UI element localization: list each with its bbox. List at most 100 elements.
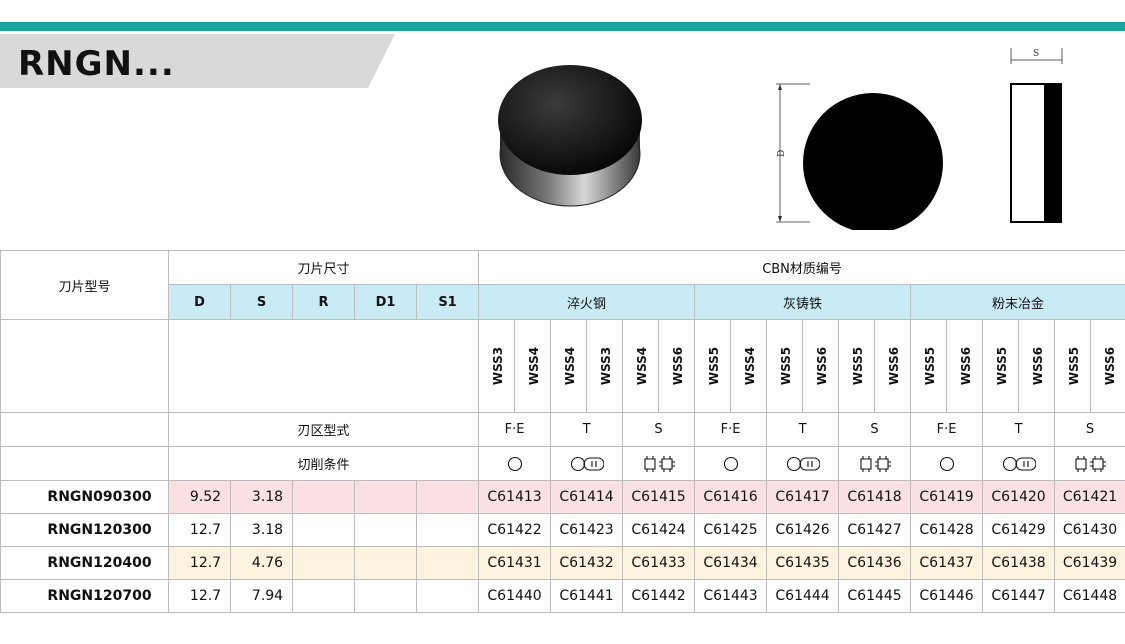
grade-cell: WSS4 <box>730 319 768 413</box>
code-cell: C61419 <box>910 480 984 514</box>
code-cell: C61441 <box>550 579 624 613</box>
dim-s1-cell <box>415 579 480 613</box>
insert-photo <box>490 62 650 216</box>
grade-cell: WSS5 <box>766 319 804 413</box>
dim-d1-cell <box>354 579 417 613</box>
dim-s-cell: 4.76 <box>230 546 293 580</box>
code-cell: C61420 <box>982 480 1056 514</box>
table-row: RNGN120700 12.7 7.94 C61440 C61441 C6144… <box>0 579 1125 613</box>
grade-cell: WSS5 <box>838 319 876 413</box>
code-cell: C61424 <box>622 513 696 547</box>
model-cell: RNGN090300 <box>0 480 169 514</box>
edge-type: F·E <box>910 412 984 447</box>
code-cell: C61426 <box>766 513 840 547</box>
group-header-cbn: CBN材质编号 <box>478 250 1125 285</box>
cond-interrupted-icon <box>622 446 696 481</box>
dim-d1-cell <box>354 513 417 547</box>
edge-type: S <box>1054 412 1125 447</box>
edge-type: S <box>622 412 696 447</box>
code-cell: C61443 <box>694 579 768 613</box>
code-cell: C61436 <box>838 546 912 580</box>
grade-cell: WSS3 <box>478 319 516 413</box>
dim-d-cell: 12.7 <box>168 513 231 547</box>
edge-type: T <box>982 412 1056 447</box>
material-header-gray-iron: 灰铸铁 <box>694 284 912 320</box>
code-cell: C61417 <box>766 480 840 514</box>
dim-r-cell <box>292 513 355 547</box>
code-cell: C61434 <box>694 546 768 580</box>
front-view-drawing: D <box>770 80 950 234</box>
code-cell: C61447 <box>982 579 1056 613</box>
code-cell: C61427 <box>838 513 912 547</box>
grade-cell: WSS6 <box>946 319 984 413</box>
code-cell: C61414 <box>550 480 624 514</box>
code-cell: C61423 <box>550 513 624 547</box>
cond-light-interrupted-icon <box>766 446 840 481</box>
code-cell: C61428 <box>910 513 984 547</box>
dim-r-cell <box>292 480 355 514</box>
dim-s1-cell <box>415 480 480 514</box>
side-view-drawing: S <box>1000 44 1070 228</box>
grade-cell: WSS6 <box>658 319 696 413</box>
accent-bar <box>0 22 1125 31</box>
page-title: RNGN... <box>18 44 175 84</box>
grade-cell: WSS5 <box>1054 319 1092 413</box>
grade-blank-model <box>0 319 169 413</box>
code-cell: C61437 <box>910 546 984 580</box>
code-cell: C61442 <box>622 579 696 613</box>
col-header-r: R <box>292 284 355 320</box>
code-cell: C61439 <box>1054 546 1125 580</box>
edge-type: S <box>838 412 912 447</box>
code-cell: C61418 <box>838 480 912 514</box>
dim-s-cell: 3.18 <box>230 513 293 547</box>
dim-s-cell: 3.18 <box>230 480 293 514</box>
code-cell: C61415 <box>622 480 696 514</box>
grade-cell: WSS5 <box>982 319 1020 413</box>
col-header-model: 刀片型号 <box>0 250 169 320</box>
code-cell: C61425 <box>694 513 768 547</box>
grade-cell: WSS6 <box>1018 319 1056 413</box>
dim-d-cell: 12.7 <box>168 579 231 613</box>
col-header-d: D <box>168 284 231 320</box>
grade-blank-dims <box>167 319 480 413</box>
code-cell: C61429 <box>982 513 1056 547</box>
grade-cell: WSS4 <box>514 319 552 413</box>
model-cell: RNGN120300 <box>0 513 169 547</box>
code-cell: C61421 <box>1054 480 1125 514</box>
edge-label: 刃区型式 <box>167 412 480 447</box>
grade-cell: WSS5 <box>694 319 732 413</box>
cond-light-interrupted-icon <box>982 446 1056 481</box>
dim-r-cell <box>292 546 355 580</box>
cond-continuous-icon <box>910 446 984 481</box>
col-header-d1: D1 <box>354 284 417 320</box>
table-row: RNGN120400 12.7 4.76 C61431 C61432 C6143… <box>0 546 1125 580</box>
cond-light-interrupted-icon <box>550 446 624 481</box>
cond-interrupted-icon <box>1054 446 1125 481</box>
edge-type: F·E <box>694 412 768 447</box>
dim-d-cell: 12.7 <box>168 546 231 580</box>
cond-blank-model <box>0 446 169 481</box>
grade-cell: WSS6 <box>1090 319 1125 413</box>
dim-d1-cell <box>354 546 417 580</box>
code-cell: C61413 <box>478 480 552 514</box>
code-cell: C61444 <box>766 579 840 613</box>
dim-s1-cell <box>415 546 480 580</box>
dim-s-cell: 7.94 <box>230 579 293 613</box>
code-cell: C61431 <box>478 546 552 580</box>
grade-cell: WSS4 <box>550 319 588 413</box>
code-cell: C61435 <box>766 546 840 580</box>
cond-label: 切削条件 <box>167 446 480 481</box>
col-header-s1: S1 <box>415 284 480 320</box>
edge-type: F·E <box>478 412 552 447</box>
code-cell: C61422 <box>478 513 552 547</box>
edge-type: T <box>550 412 624 447</box>
edge-blank-model <box>0 412 169 447</box>
code-cell: C61448 <box>1054 579 1125 613</box>
group-header-dims: 刀片尺寸 <box>167 250 480 285</box>
grade-cell: WSS4 <box>622 319 660 413</box>
table-row: RNGN120300 12.7 3.18 C61422 C61423 C6142… <box>0 513 1125 547</box>
col-header-s: S <box>230 284 293 320</box>
grade-cell: WSS6 <box>874 319 912 413</box>
code-cell: C61416 <box>694 480 768 514</box>
dim-r-cell <box>292 579 355 613</box>
